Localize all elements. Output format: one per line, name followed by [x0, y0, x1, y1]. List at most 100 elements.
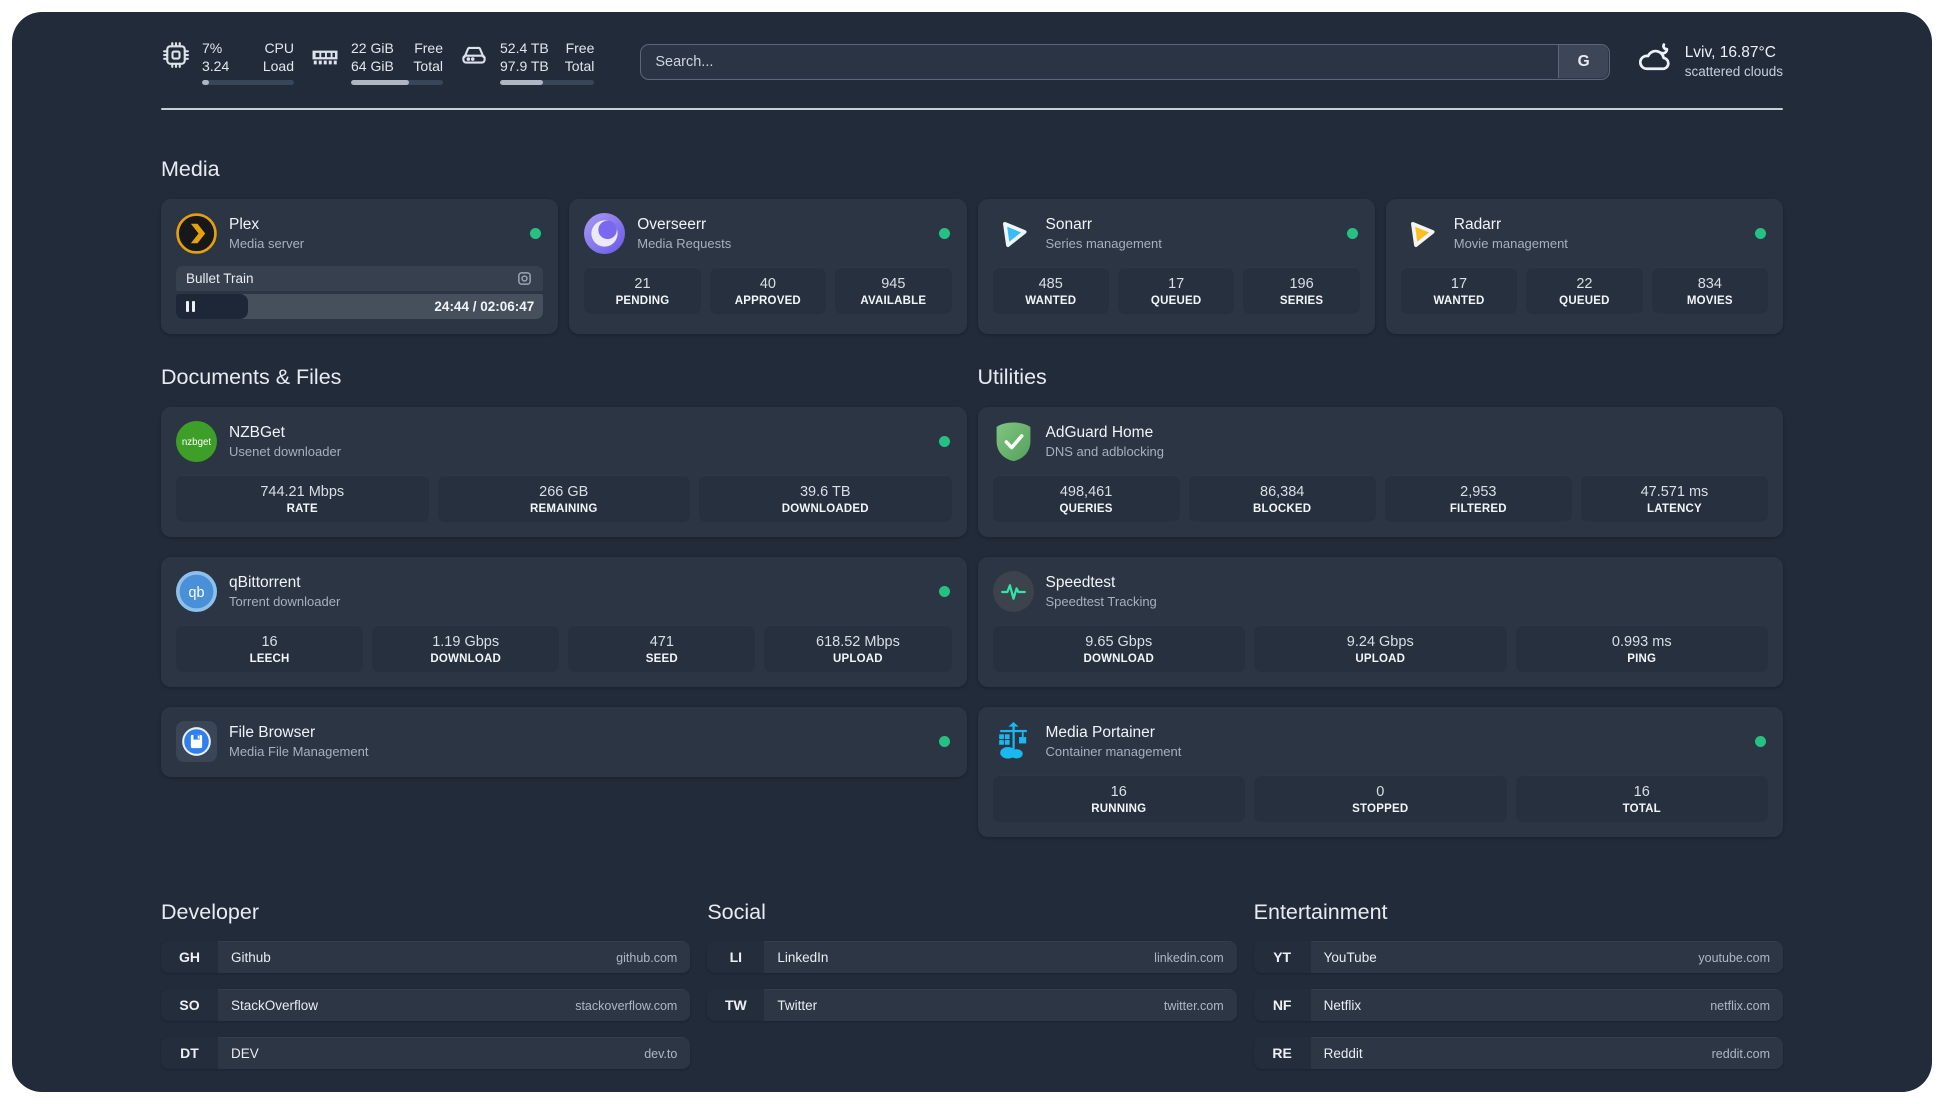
- app-name: Media Portainer: [1045, 724, 1155, 742]
- bookmark-dev[interactable]: DT DEV dev.to: [161, 1037, 691, 1070]
- bookmark-abbr: YT: [1253, 941, 1311, 974]
- stat-value: 86,384: [1260, 484, 1305, 501]
- stat-seed: 471 SEED: [568, 625, 756, 673]
- qbittorrent-card[interactable]: qb qBittorrent Torrent downloader 16 LEE…: [161, 557, 967, 688]
- stat-downloaded: 39.6 TB DOWNLOADED: [699, 475, 952, 523]
- plex-card[interactable]: Plex Media server Bullet Train 24:44 / 0…: [161, 199, 559, 335]
- search-input[interactable]: [640, 43, 1610, 80]
- app-desc: Media server: [229, 236, 305, 252]
- bookmark-url: stackoverflow.com: [575, 998, 678, 1013]
- bookmark-name: Twitter: [777, 998, 818, 1014]
- speedtest-card[interactable]: Speedtest Speedtest Tracking 9.65 Gbps D…: [977, 557, 1783, 688]
- stat-value: 471: [649, 634, 674, 651]
- cpu-usage-bar: [202, 79, 294, 85]
- memory-free-label: Free: [414, 40, 443, 56]
- disk-widget: 52.4 TB 97.9 TB Free Total: [459, 39, 595, 85]
- stat-value: 0: [1376, 784, 1385, 801]
- app-desc: Movie management: [1453, 236, 1568, 252]
- search-bar: G: [640, 43, 1610, 80]
- bookmark-linkedin[interactable]: LI LinkedIn linkedin.com: [707, 941, 1237, 974]
- stat-movies: 834 MOVIES: [1651, 267, 1769, 315]
- bookmark-twitter[interactable]: TW Twitter twitter.com: [707, 989, 1237, 1022]
- bookmark-reddit[interactable]: RE Reddit reddit.com: [1253, 1037, 1783, 1070]
- plex-icon: [176, 213, 217, 255]
- stat-label: DOWNLOAD: [1083, 653, 1155, 666]
- stat-wanted: 485 WANTED: [992, 267, 1109, 315]
- cpu-widget: 7% 3.24 CPU Load: [161, 39, 294, 85]
- stat-download: 1.19 Gbps DOWNLOAD: [372, 625, 560, 673]
- stat-value: 1.19 Gbps: [432, 634, 500, 651]
- memory-icon: [310, 39, 340, 85]
- transcode-icon: [516, 270, 533, 287]
- nzbget-card[interactable]: nzbget NZBGet Usenet downloader 744.21 M…: [161, 407, 967, 538]
- stat-label: WANTED: [1025, 295, 1077, 308]
- memory-total-label: Total: [413, 58, 443, 75]
- stat-label: FILTERED: [1449, 503, 1507, 516]
- adguard-card[interactable]: AdGuard Home DNS and adblocking 498,461 …: [977, 407, 1783, 538]
- bookmark-url: youtube.com: [1698, 950, 1770, 965]
- bookmark-abbr: TW: [707, 989, 765, 1022]
- memory-usage-bar: [351, 79, 443, 85]
- overseerr-card[interactable]: Overseerr Media Requests 21 PENDING 40 A…: [569, 199, 967, 335]
- disk-usage-bar: [500, 79, 595, 85]
- disk-free-value: 52.4 TB: [500, 40, 549, 56]
- portainer-icon: [993, 721, 1034, 762]
- sonarr-card[interactable]: Sonarr Series management 485 WANTED 17 Q…: [977, 199, 1375, 335]
- bookmark-stackoverflow[interactable]: SO StackOverflow stackoverflow.com: [161, 989, 691, 1022]
- bookmark-url: twitter.com: [1163, 998, 1224, 1013]
- bookmark-url: linkedin.com: [1154, 950, 1224, 965]
- stat-queued: 22 QUEUED: [1526, 267, 1643, 315]
- status-indicator: [938, 586, 950, 598]
- cpu-usage-value: 7%: [202, 40, 223, 56]
- stat-series: 196 SERIES: [1243, 267, 1360, 315]
- stat-value: 945: [881, 276, 906, 293]
- developer-section-title: Developer: [161, 900, 259, 925]
- bookmark-name: Github: [231, 950, 271, 966]
- stat-label: QUEUED: [1150, 295, 1202, 308]
- stat-stopped: 0 STOPPED: [1254, 775, 1507, 823]
- bookmark-name: LinkedIn: [777, 950, 829, 966]
- stat-value: 2,953: [1460, 484, 1497, 501]
- filebrowser-card[interactable]: File Browser Media File Management: [161, 707, 967, 778]
- app-name: Overseerr: [637, 216, 707, 234]
- stat-value: 16: [261, 634, 278, 651]
- stat-value: 9.65 Gbps: [1085, 634, 1153, 651]
- app-name: NZBGet: [229, 424, 285, 442]
- status-indicator: [938, 436, 950, 448]
- stat-value: 0.993 ms: [1611, 634, 1672, 651]
- bookmark-abbr: LI: [707, 941, 765, 974]
- cpu-load-value: 3.24: [202, 58, 230, 75]
- bookmark-github[interactable]: GH Github github.com: [161, 941, 691, 974]
- now-playing-title: Bullet Train: [186, 271, 254, 287]
- radarr-card[interactable]: Radarr Movie management 17 WANTED 22 QUE…: [1385, 199, 1783, 335]
- stat-ping: 0.993 ms PING: [1515, 625, 1768, 673]
- radarr-icon: [1401, 213, 1442, 254]
- status-indicator: [938, 228, 950, 240]
- stat-rate: 744.21 Mbps RATE: [176, 475, 429, 523]
- stat-remaining: 266 GB REMAINING: [437, 475, 690, 523]
- portainer-card[interactable]: Media Portainer Container management 16 …: [977, 707, 1783, 838]
- stat-label: BLOCKED: [1253, 503, 1312, 516]
- memory-total-value: 64 GiB: [351, 58, 394, 75]
- stat-value: 9.24 Gbps: [1346, 634, 1414, 651]
- stat-leech: 16 LEECH: [176, 625, 364, 673]
- stat-blocked: 86,384 BLOCKED: [1188, 475, 1376, 523]
- stat-label: STOPPED: [1352, 803, 1409, 816]
- app-desc: DNS and adblocking: [1045, 444, 1165, 460]
- bookmark-netflix[interactable]: NF Netflix netflix.com: [1253, 989, 1783, 1022]
- stat-label: UPLOAD: [1355, 653, 1406, 666]
- stat-approved: 40 APPROVED: [709, 267, 827, 315]
- stat-value: 39.6 TB: [799, 484, 851, 501]
- stat-wanted: 17 WANTED: [1400, 267, 1518, 315]
- stat-label: RUNNING: [1091, 803, 1147, 816]
- search-engine-button[interactable]: G: [1558, 45, 1609, 79]
- app-name: Sonarr: [1045, 216, 1093, 234]
- bookmark-youtube[interactable]: YT YouTube youtube.com: [1253, 941, 1783, 974]
- stat-label: REMAINING: [529, 503, 598, 516]
- filebrowser-icon: [176, 721, 217, 763]
- stat-value: 16: [1633, 784, 1650, 801]
- nzbget-icon: nzbget: [176, 421, 217, 463]
- adguard-icon: [993, 421, 1034, 462]
- utilities-column: Utilities AdGuard Home DNS and adblockin…: [977, 365, 1783, 838]
- media-section-title: Media: [161, 157, 220, 182]
